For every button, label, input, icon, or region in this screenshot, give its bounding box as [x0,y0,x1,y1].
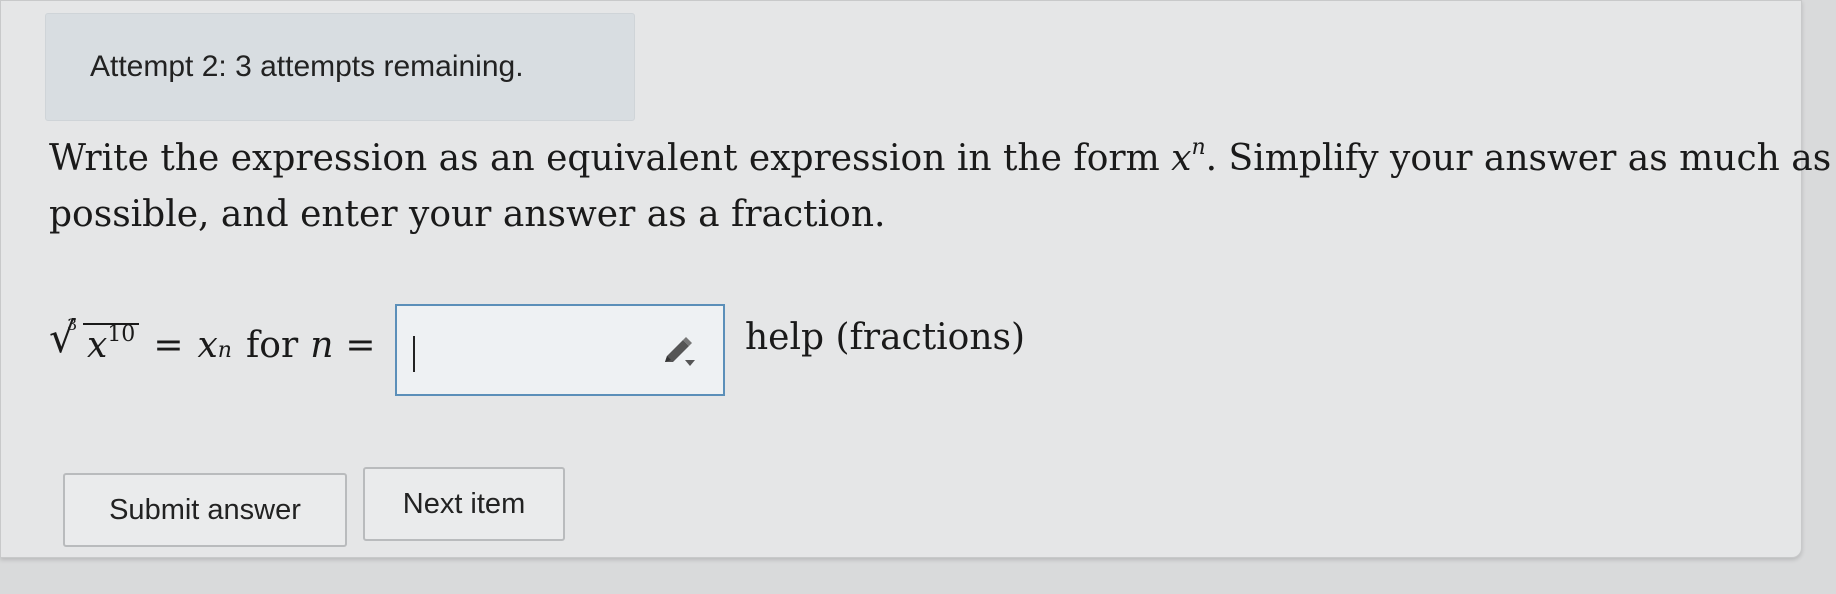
equals-sign: = [153,325,184,366]
equation-expression: 3 √ x10 = xn for n = [49,313,376,366]
attempt-banner: Attempt 2: 3 attempts remaining. [45,13,635,121]
cube-root: 3 √ x10 [49,315,140,366]
radical-sign-icon: √ [49,313,76,362]
page-container: Attempt 2: 3 attempts remaining. Write t… [0,0,1832,558]
rhs-base: x [197,325,218,366]
text-cursor [413,336,415,372]
radicand: x10 [83,323,140,366]
submit-answer-button[interactable]: Submit answer [63,473,347,547]
help-fractions-link[interactable]: help (fractions) [745,317,1025,358]
form-variable: x [1171,138,1192,179]
next-item-button[interactable]: Next item [363,467,565,541]
pencil-dropdown-icon[interactable] [659,332,699,372]
for-text: for [245,325,299,366]
form-exponent: n [1191,135,1206,160]
n-variable: n [310,325,334,366]
question-text: Write the expression as an equivalent ex… [49,131,1832,243]
question-line-1: Write the expression as an equivalent ex… [49,135,1832,180]
answer-input[interactable] [405,314,629,386]
question-line-2: possible, and enter your answer as a fra… [49,194,886,235]
equals-sign-2: = [345,325,376,366]
attempt-status-text: Attempt 2: 3 attempts remaining. [90,50,524,83]
answer-field[interactable] [395,304,725,396]
